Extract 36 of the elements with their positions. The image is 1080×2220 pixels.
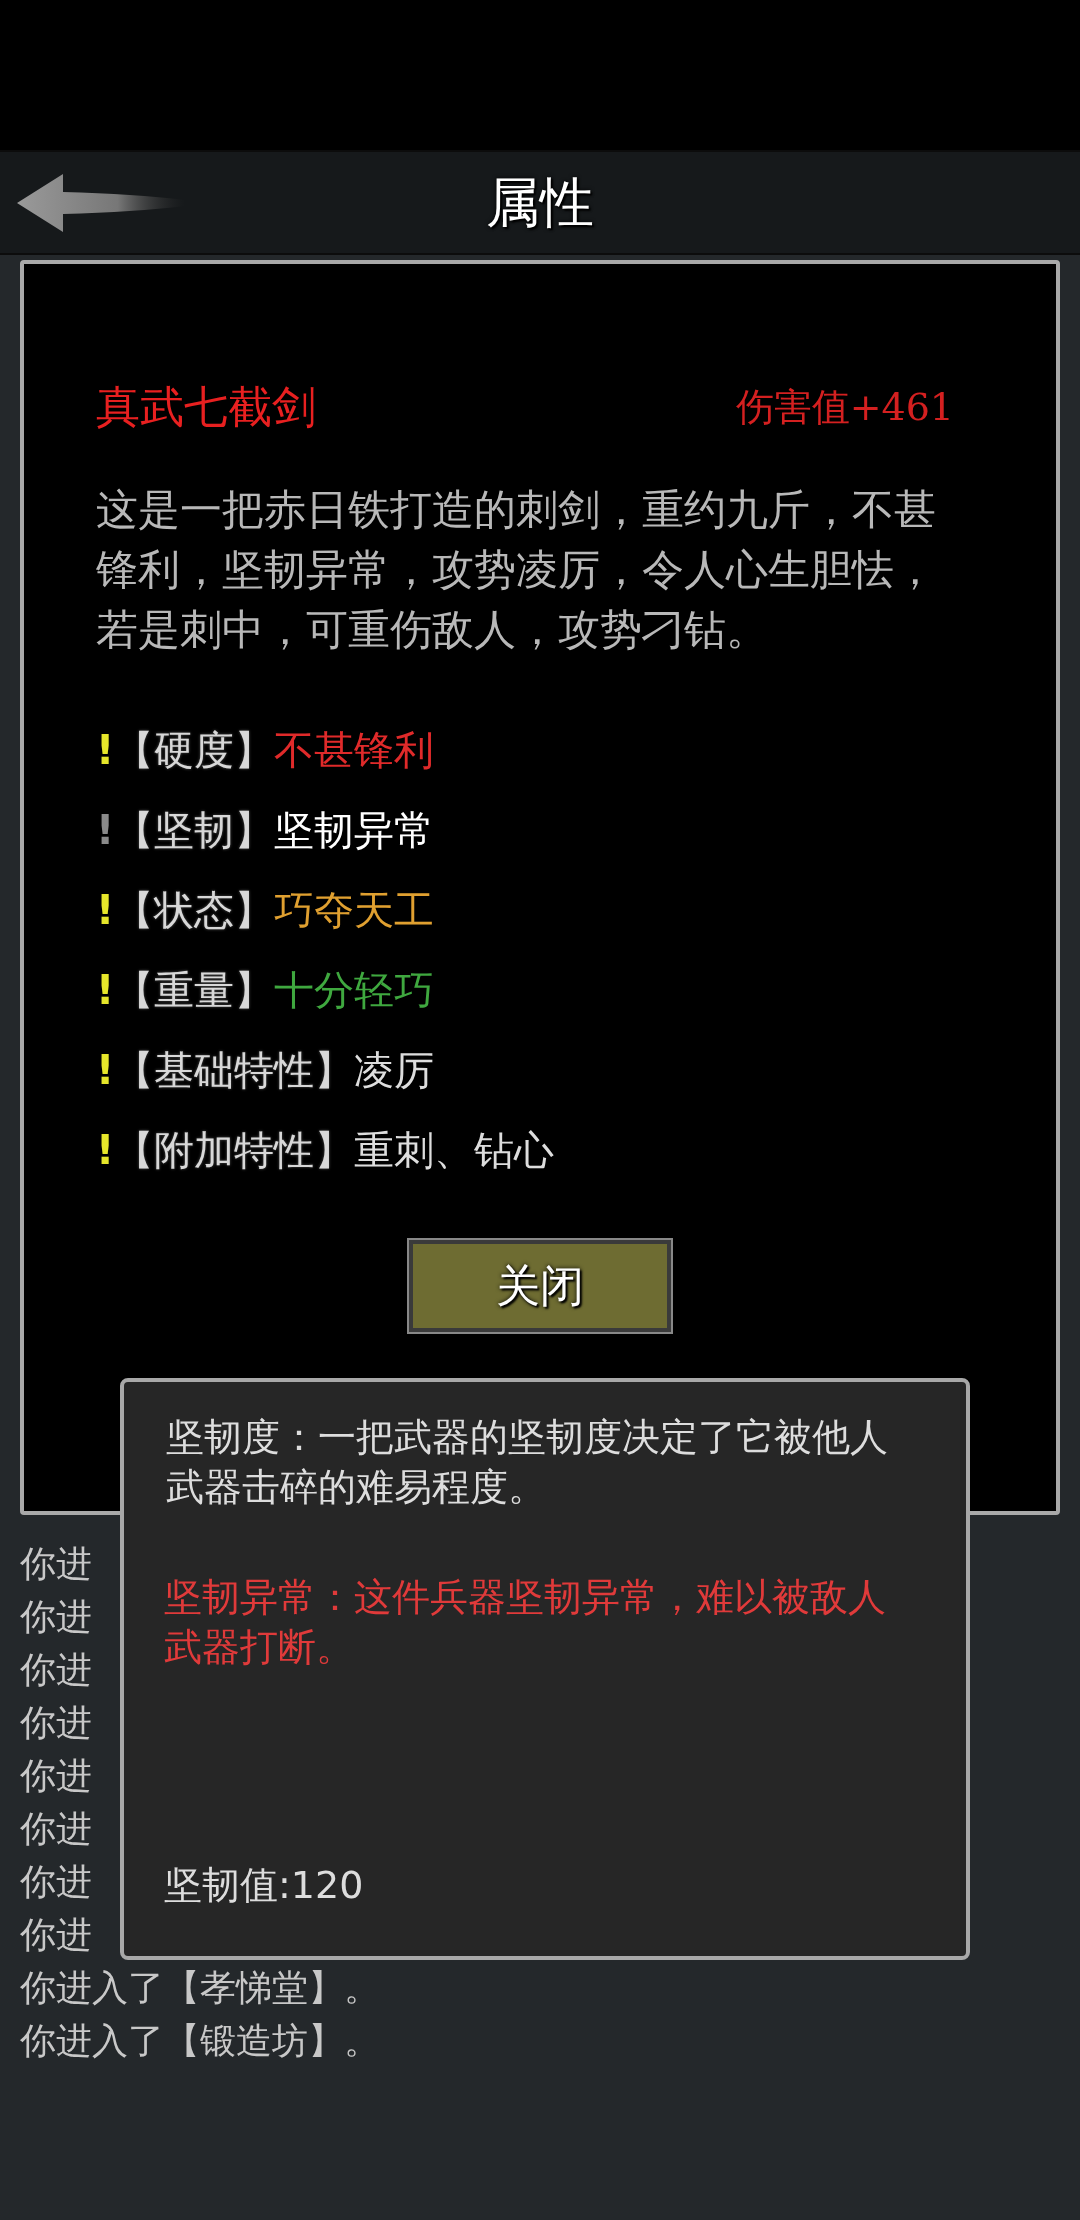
attribute-value: 坚韧异常 bbox=[274, 806, 435, 855]
exclamation-mark[interactable]: ! bbox=[96, 1120, 115, 1180]
page-title: 属性 bbox=[486, 170, 594, 236]
exclamation-mark[interactable]: ! bbox=[96, 960, 115, 1020]
attribute-value: 重刺、钻心 bbox=[354, 1126, 555, 1175]
attribute-label: 【基础特性】 bbox=[114, 1046, 355, 1095]
log-line: 你进 bbox=[20, 1860, 92, 1904]
log-line: 你进入了【孝悌堂】。 bbox=[20, 1966, 380, 2010]
item-description: 这是一把赤日铁打造的刺剑，重约九斤，不甚锋利，坚韧异常，攻势凌厉，令人心生胆怯，若是刺中，可重伤敌人，攻势刁钻。 bbox=[96, 484, 937, 656]
attribute-value: 凌厉 bbox=[354, 1046, 435, 1095]
attribute-label: 【坚韧】 bbox=[114, 806, 275, 855]
attribute-label: 【硬度】 bbox=[114, 726, 275, 775]
attribute-value: 十分轻巧 bbox=[274, 966, 435, 1015]
log-line: 你进 bbox=[20, 1648, 92, 1692]
exclamation-mark[interactable]: ! bbox=[96, 800, 115, 860]
close-button[interactable]: 关闭 bbox=[409, 1240, 671, 1332]
damage-value: 伤害值+461 bbox=[735, 383, 954, 431]
log-line: 你进 bbox=[20, 1701, 92, 1745]
log-line: 你进 bbox=[20, 1807, 92, 1851]
attribute-label: 【状态】 bbox=[114, 886, 275, 935]
attribute-value: 巧夺天工 bbox=[274, 886, 435, 935]
log-line: 你进 bbox=[20, 1542, 92, 1586]
log-line: 你进 bbox=[20, 1913, 92, 1957]
item-name: 真武七截剑 bbox=[96, 380, 316, 434]
exclamation-mark[interactable]: ! bbox=[96, 720, 115, 780]
attribute-label: 【附加特性】 bbox=[114, 1126, 355, 1175]
exclamation-mark[interactable]: ! bbox=[96, 1040, 115, 1100]
log-line: 你进 bbox=[20, 1754, 92, 1798]
log-line: 你进 bbox=[20, 1595, 92, 1639]
log-line: 你进入了【锻造坊】。 bbox=[20, 2019, 380, 2063]
attribute-value: 不甚锋利 bbox=[274, 726, 435, 775]
effect-text: 坚韧异常：这件兵器坚韧异常，难以被敌人武器打断。 bbox=[164, 1574, 887, 1671]
definition-text: 坚韧度：一把武器的坚韧度决定了它被他人武器击碎的难易程度。 bbox=[166, 1414, 889, 1511]
attribute-label: 【重量】 bbox=[114, 966, 275, 1015]
toughness-value: 坚韧值:120 bbox=[164, 1862, 365, 1909]
exclamation-mark[interactable]: ! bbox=[96, 880, 115, 940]
